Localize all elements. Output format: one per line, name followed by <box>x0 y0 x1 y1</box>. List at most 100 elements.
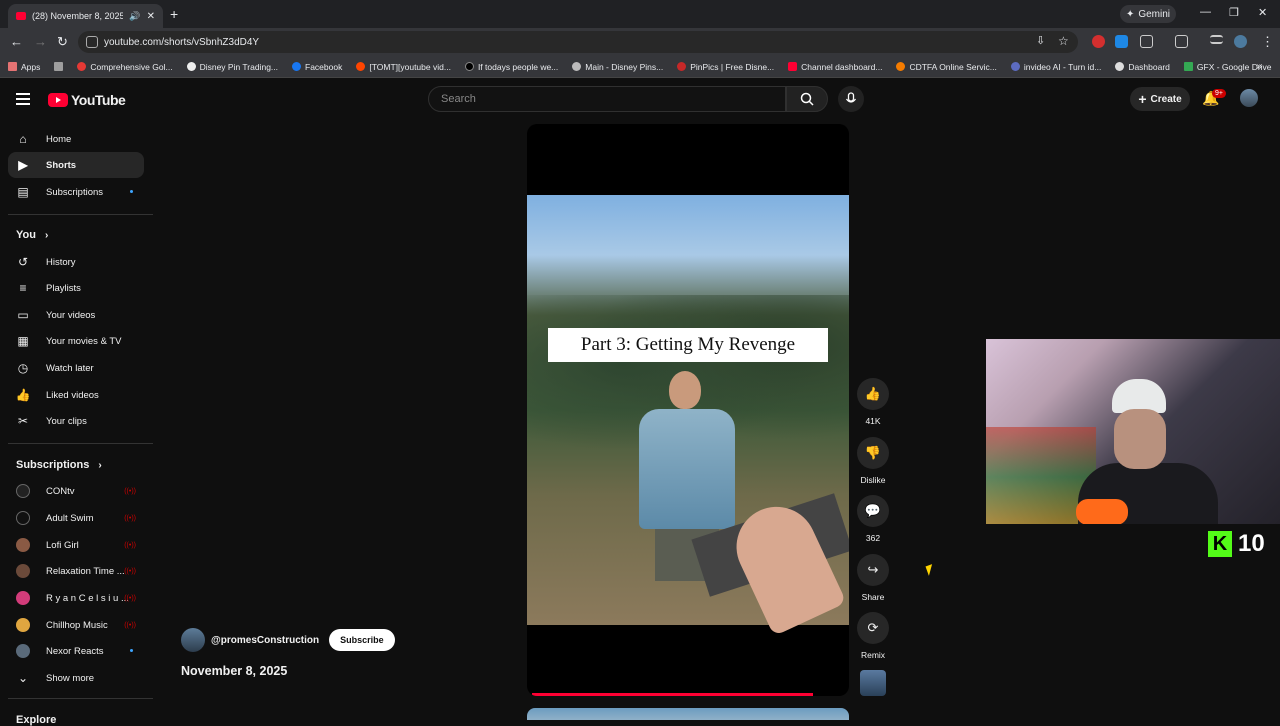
sidebar-sub-adult-swim[interactable]: Adult Swim ((•)) <box>8 505 144 531</box>
sidebar-item-subscriptions[interactable]: ▤ Subscriptions <box>8 179 144 205</box>
reddit-icon <box>356 62 366 71</box>
channel-handle[interactable]: @promesConstruction <box>211 635 319 646</box>
forward-icon[interactable]: → <box>34 34 47 49</box>
apps-grid-icon <box>8 62 17 71</box>
sidebar-sub-nexor[interactable]: Nexor Reacts <box>8 638 144 664</box>
comments-button[interactable]: 💬 362 <box>855 495 891 543</box>
sidebar-item-playlists[interactable]: ≡ Playlists <box>8 275 144 301</box>
sidebar-item-label: Show more <box>46 672 95 684</box>
divider <box>8 214 153 215</box>
bookmark-label: PinPics | Free Disne... <box>690 61 775 72</box>
sidebar-item-label: History <box>46 256 76 268</box>
share-button[interactable]: ↪ Share <box>855 554 891 602</box>
next-short-preview[interactable] <box>527 708 849 720</box>
like-button[interactable]: 👍 41K <box>855 378 891 426</box>
subscriptions-icon: ▤ <box>17 185 29 199</box>
subscriptions-heading[interactable]: Subscriptions › <box>16 459 102 471</box>
you-heading[interactable]: You › <box>16 229 48 241</box>
shorts-video-player[interactable]: Part 3: Getting My Revenge <box>527 124 849 696</box>
video-progress-bar[interactable] <box>532 693 813 696</box>
browser-tab[interactable]: (28) November 8, 2025 - Yo 🔊 ✕ <box>8 4 163 28</box>
thumbs-up-icon: 👍 <box>857 378 889 410</box>
sidebar-sub-lofi-girl[interactable]: Lofi Girl ((•)) <box>8 532 144 558</box>
sidebar-item-watch-later[interactable]: ◷ Watch later <box>8 355 144 381</box>
restore-icon[interactable]: ❐ <box>1229 6 1239 19</box>
avatar <box>16 564 30 578</box>
remix-button[interactable]: ⟳ Remix <box>855 612 891 660</box>
extension-red-icon[interactable] <box>1092 35 1105 48</box>
sidebar-sub-ryan[interactable]: R y a n C e l s i u ... ((•)) <box>8 585 144 611</box>
site-info-icon[interactable] <box>86 36 98 48</box>
bookmark-star-icon[interactable]: ☆ <box>1058 34 1069 48</box>
bookmark-favicon-icon <box>186 62 196 71</box>
bookmark-item[interactable]: [TOMT][youtube vid... <box>356 62 451 72</box>
bookmark-item[interactable]: Disney Pin Trading... <box>186 61 279 72</box>
extensions-puzzle-icon[interactable] <box>1140 35 1153 48</box>
bookmark-item[interactable] <box>54 62 64 71</box>
avatar <box>16 538 30 552</box>
speaker-icon[interactable]: 🔊 <box>129 11 140 22</box>
sidebar-item-shorts[interactable]: ▶ Shorts <box>8 152 144 178</box>
reload-icon[interactable]: ↻ <box>57 34 68 50</box>
section-title: You <box>16 229 36 241</box>
profile-icon[interactable] <box>1234 35 1247 48</box>
extension-blue-icon[interactable] <box>1115 35 1128 48</box>
bookmark-item[interactable]: Main - Disney Pins... <box>572 62 663 72</box>
youtube-logo[interactable]: YouTube <box>48 92 126 108</box>
address-bar[interactable]: youtube.com/shorts/vSbnhZ3dD4Y <box>78 31 1078 53</box>
sidebar-sub-relaxation[interactable]: Relaxation Time ... ((•)) <box>8 558 144 584</box>
bookmark-label: Disney Pin Trading... <box>199 61 279 72</box>
bookmark-item[interactable]: CDTFA Online Servic... <box>896 62 997 72</box>
avatar[interactable] <box>1240 89 1258 107</box>
sidebar-sub-contv[interactable]: CONtv ((•)) <box>8 478 144 504</box>
close-tab-icon[interactable]: ✕ <box>147 11 155 22</box>
sidebar-item-your-clips[interactable]: ✂ Your clips <box>8 408 144 434</box>
google-drive-icon <box>1183 62 1193 71</box>
bookmark-item[interactable]: Dashboard <box>1115 62 1170 72</box>
sidebar-item-your-videos[interactable]: ▭ Your videos <box>8 302 144 328</box>
reading-list-icon[interactable] <box>1210 35 1223 44</box>
bookmark-item[interactable]: PinPics | Free Disne... <box>677 62 774 72</box>
sidebar-item-label: Adult Swim <box>46 512 94 524</box>
sidebar-item-history[interactable]: ↺ History <box>8 249 144 275</box>
avatar <box>16 511 30 525</box>
create-label: Create <box>1150 93 1182 105</box>
avatar[interactable] <box>181 628 205 652</box>
bookmark-item[interactable]: Comprehensive Gol... <box>77 62 173 72</box>
notification-badge: 9+ <box>1212 89 1226 98</box>
menu-icon[interactable] <box>16 93 30 105</box>
live-icon: ((•)) <box>124 541 136 549</box>
search-input[interactable]: Search <box>428 86 786 112</box>
sidebar-item-label: Liked videos <box>46 389 99 401</box>
show-more-button[interactable]: ⌄ Show more <box>8 665 144 691</box>
voice-search-button[interactable] <box>838 86 864 112</box>
install-icon[interactable]: ⇩ <box>1036 34 1045 47</box>
new-tab-button[interactable]: + <box>170 6 178 22</box>
bookmark-favicon-icon <box>677 62 687 71</box>
bookmark-apps[interactable]: Apps <box>8 62 40 72</box>
back-icon[interactable]: ← <box>10 34 23 49</box>
sidebar-sub-chillhop[interactable]: Chillhop Music ((•)) <box>8 612 144 638</box>
subscribe-button[interactable]: Subscribe <box>329 629 395 651</box>
search-button[interactable] <box>786 86 828 112</box>
sidebar-item-movies[interactable]: ▦ Your movies & TV <box>8 328 144 354</box>
more-bookmarks-icon[interactable]: » <box>1256 61 1262 72</box>
bookmark-item[interactable]: If todays people we... <box>464 62 558 72</box>
kick-viewer-count: K 10 <box>1208 530 1265 558</box>
menu-dots-icon[interactable]: ⋮ <box>1261 34 1274 50</box>
create-button[interactable]: + Create <box>1130 87 1190 111</box>
gemini-button[interactable]: ✦ Gemini <box>1120 5 1176 23</box>
sound-thumbnail[interactable] <box>860 670 886 696</box>
close-window-icon[interactable]: ✕ <box>1258 6 1267 19</box>
bookmark-item[interactable]: invideo AI - Turn id... <box>1010 62 1101 72</box>
sidebar-item-home[interactable]: ⌂ Home <box>8 126 144 152</box>
viewer-count: 10 <box>1238 530 1265 557</box>
tiktok-icon <box>464 62 474 71</box>
bookmark-item[interactable]: Channel dashboard... <box>788 62 882 72</box>
bookmark-item[interactable]: Facebook <box>292 62 342 72</box>
live-icon: ((•)) <box>124 487 136 495</box>
minimize-icon[interactable]: — <box>1200 6 1211 18</box>
sidebar-item-liked-videos[interactable]: 👍 Liked videos <box>8 382 144 408</box>
dislike-button[interactable]: 👎 Dislike <box>855 437 891 485</box>
side-panel-icon[interactable] <box>1175 35 1188 48</box>
